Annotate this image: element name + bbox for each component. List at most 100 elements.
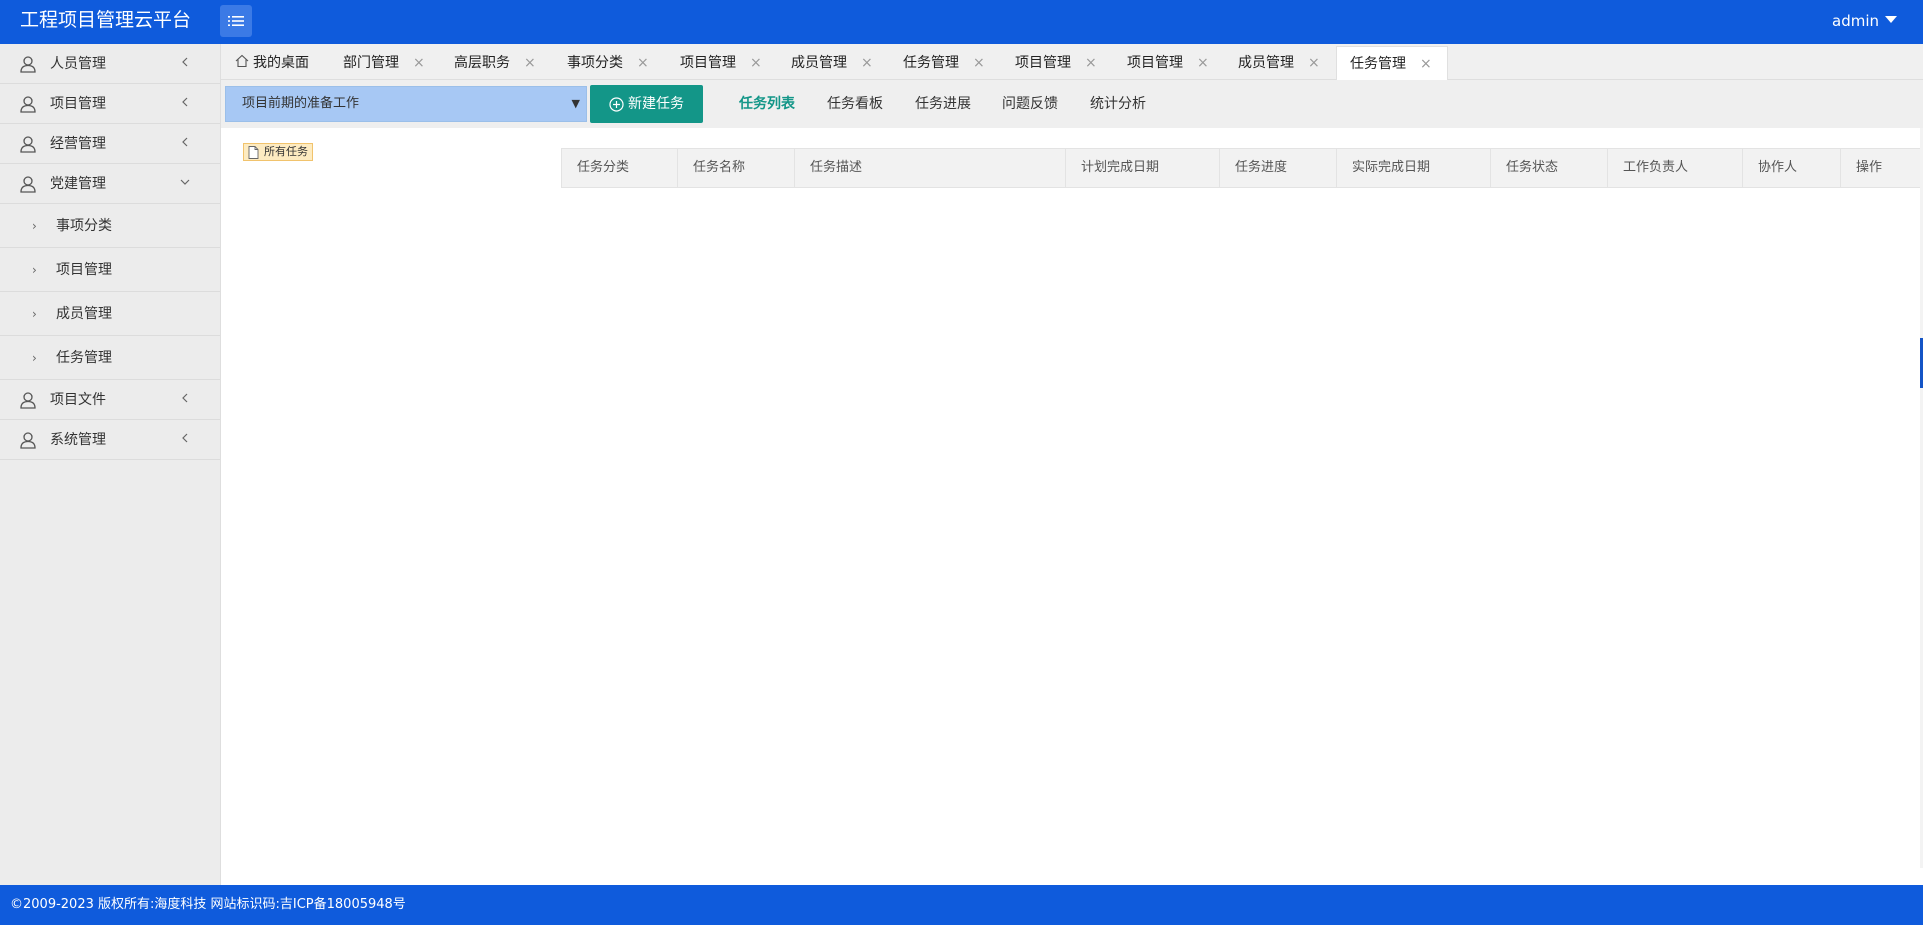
tab-label: 项目管理 <box>1015 55 1071 71</box>
sidebar-subitem-category[interactable]: › 事项分类 <box>0 204 220 248</box>
column-header[interactable]: 操作 <box>1841 149 1923 187</box>
sidebar-subitem-tasks[interactable]: › 任务管理 <box>0 336 220 380</box>
task-toolbar: 项目前期的准备工作 ▼ 新建任务 任务列表 任务看板 任务进展 问题反馈 统计分… <box>221 80 1923 128</box>
close-icon[interactable]: × <box>1085 46 1097 80</box>
sidebar-subitem-label: 任务管理 <box>56 350 112 366</box>
column-header[interactable]: 任务状态 <box>1491 149 1608 187</box>
close-icon[interactable]: × <box>1420 47 1432 81</box>
user-name: admin <box>1832 12 1879 30</box>
sidebar-item-label: 党建管理 <box>50 176 106 192</box>
new-task-button[interactable]: 新建任务 <box>590 85 703 123</box>
task-table: 任务分类 任务名称 任务描述 计划完成日期 任务进度 实际完成日期 任务状态 工… <box>561 148 1923 188</box>
close-icon[interactable]: × <box>973 46 985 80</box>
sidebar-item-label: 人员管理 <box>50 56 106 72</box>
sidebar-item-label: 经营管理 <box>50 136 106 152</box>
user-icon <box>20 136 36 153</box>
app-title: 工程项目管理云平台 <box>20 9 192 31</box>
close-icon[interactable]: × <box>1308 46 1320 80</box>
sidebar-subitem-label: 成员管理 <box>56 306 112 322</box>
column-header[interactable]: 实际完成日期 <box>1337 149 1491 187</box>
sidebar-subitem-label: 事项分类 <box>56 218 112 234</box>
tree-node-all-tasks[interactable]: 所有任务 <box>243 143 313 161</box>
user-icon <box>20 392 36 409</box>
close-icon[interactable]: × <box>524 46 536 80</box>
user-icon <box>20 176 36 193</box>
tree-node-label: 所有任务 <box>264 145 308 158</box>
tab-desktop[interactable]: 我的桌面 <box>235 46 309 80</box>
file-icon <box>248 146 259 159</box>
sidebar-subitem-project[interactable]: › 项目管理 <box>0 248 220 292</box>
subtab-task-progress[interactable]: 任务进展 <box>915 94 971 114</box>
tab-label: 高层职务 <box>454 55 510 71</box>
tab-label: 成员管理 <box>1238 55 1294 71</box>
tab-tasks-active[interactable]: 任务管理 × <box>1336 46 1448 80</box>
project-select[interactable]: 项目前期的准备工作 ▼ <box>225 86 587 122</box>
column-header[interactable]: 协作人 <box>1743 149 1841 187</box>
copyright-text: ©2009-2023 版权所有:海度科技 网站标识码:吉ICP备18005948… <box>10 897 406 912</box>
sidebar-item-label: 项目文件 <box>50 392 106 408</box>
user-icon <box>20 96 36 113</box>
column-header[interactable]: 任务进度 <box>1220 149 1337 187</box>
chevron-left-icon <box>182 393 188 403</box>
column-header[interactable]: 计划完成日期 <box>1066 149 1220 187</box>
menu-icon <box>228 16 244 26</box>
column-header[interactable]: 任务描述 <box>795 149 1066 187</box>
subtab-feedback[interactable]: 问题反馈 <box>1002 94 1058 114</box>
sidebar-subitem-members[interactable]: › 成员管理 <box>0 292 220 336</box>
tab-category[interactable]: 事项分类 × <box>567 46 651 80</box>
tab-label: 成员管理 <box>791 55 847 71</box>
sidebar: 人员管理 项目管理 经营管理 党建管理 › 事项分类 › 项目管理 › 成员管理… <box>0 44 221 885</box>
sidebar-item-personnel[interactable]: 人员管理 <box>0 44 220 84</box>
tab-members-2[interactable]: 成员管理 × <box>1238 46 1322 80</box>
tab-label: 我的桌面 <box>253 55 309 71</box>
home-icon <box>235 54 249 68</box>
sidebar-item-party-building[interactable]: 党建管理 <box>0 164 220 204</box>
footer: ©2009-2023 版权所有:海度科技 网站标识码:吉ICP备18005948… <box>0 885 1923 925</box>
chevron-right-icon: › <box>32 263 37 277</box>
chevron-down-icon: ▼ <box>571 97 580 110</box>
chevron-right-icon: › <box>32 351 37 365</box>
sidebar-item-projects[interactable]: 项目管理 <box>0 84 220 124</box>
tab-project-3[interactable]: 项目管理 × <box>1127 46 1211 80</box>
user-menu[interactable]: admin <box>1832 11 1897 31</box>
project-select-value: 项目前期的准备工作 <box>242 96 360 111</box>
tab-tasks-1[interactable]: 任务管理 × <box>903 46 987 80</box>
user-icon <box>20 432 36 449</box>
chevron-left-icon <box>182 57 188 67</box>
tab-label: 事项分类 <box>567 55 623 71</box>
new-task-label: 新建任务 <box>628 96 684 112</box>
chevron-left-icon <box>182 137 188 147</box>
chevron-left-icon <box>182 433 188 443</box>
sidebar-toggle-button[interactable] <box>220 5 252 37</box>
subtab-task-list[interactable]: 任务列表 <box>739 94 795 114</box>
sidebar-item-project-files[interactable]: 项目文件 <box>0 380 220 420</box>
tab-project-2[interactable]: 项目管理 × <box>1015 46 1099 80</box>
close-icon[interactable]: × <box>637 46 649 80</box>
chevron-left-icon <box>182 97 188 107</box>
tab-label: 部门管理 <box>343 55 399 71</box>
subtab-statistics[interactable]: 统计分析 <box>1090 94 1146 114</box>
column-header[interactable]: 任务分类 <box>562 149 678 187</box>
tab-members-1[interactable]: 成员管理 × <box>791 46 875 80</box>
subtab-task-board[interactable]: 任务看板 <box>827 94 883 114</box>
tab-label: 任务管理 <box>903 55 959 71</box>
sidebar-item-system[interactable]: 系统管理 <box>0 420 220 460</box>
tab-senior-posts[interactable]: 高层职务 × <box>454 46 538 80</box>
tab-project-1[interactable]: 项目管理 × <box>680 46 764 80</box>
tab-dept[interactable]: 部门管理 × <box>343 46 427 80</box>
close-icon[interactable]: × <box>413 46 425 80</box>
sidebar-item-business[interactable]: 经营管理 <box>0 124 220 164</box>
tab-label: 项目管理 <box>680 55 736 71</box>
column-header[interactable]: 工作负责人 <box>1608 149 1743 187</box>
sidebar-subitem-label: 项目管理 <box>56 262 112 278</box>
sidebar-item-label: 项目管理 <box>50 96 106 112</box>
tab-label: 任务管理 <box>1350 56 1406 72</box>
close-icon[interactable]: × <box>1197 46 1209 80</box>
close-icon[interactable]: × <box>861 46 873 80</box>
chevron-right-icon: › <box>32 219 37 233</box>
sidebar-item-label: 系统管理 <box>50 432 106 448</box>
user-icon <box>20 56 36 73</box>
close-icon[interactable]: × <box>750 46 762 80</box>
column-header[interactable]: 任务名称 <box>678 149 795 187</box>
top-bar: 工程项目管理云平台 admin <box>0 0 1923 44</box>
